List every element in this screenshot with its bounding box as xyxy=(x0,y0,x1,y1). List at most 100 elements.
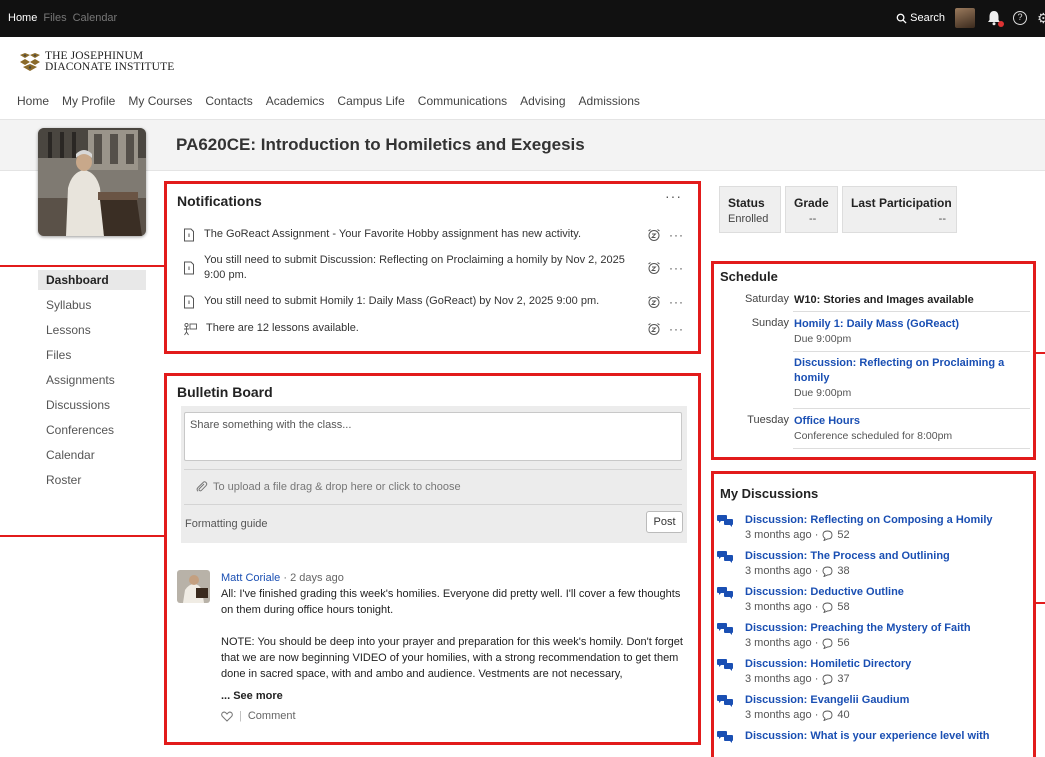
course-nav-syllabus[interactable]: Syllabus xyxy=(38,295,146,320)
nav-my-profile[interactable]: My Profile xyxy=(62,94,115,108)
see-more-link[interactable]: ... See more xyxy=(221,688,691,704)
comment-link[interactable]: Comment xyxy=(248,708,296,724)
discussion-item[interactable]: Discussion: Evangelii Gaudium 3 months a… xyxy=(717,693,1027,723)
logo-text: THE JOSEPHINUM DIACONATE INSTITUTE xyxy=(45,50,174,73)
snooze-alarm-icon[interactable] xyxy=(647,261,661,275)
notifications-bell-button[interactable] xyxy=(985,9,1004,27)
formatting-guide-link[interactable]: Formatting guide xyxy=(185,518,268,530)
discussion-time: 3 months ago · xyxy=(745,637,819,649)
discussion-link[interactable]: Discussion: Preaching the Mystery of Fai… xyxy=(745,621,1027,636)
notification-more-button[interactable]: ··· xyxy=(669,295,684,309)
discussion-bubbles-icon xyxy=(717,623,733,635)
discussion-link[interactable]: Discussion: Deductive Outline xyxy=(745,585,1027,600)
gear-icon[interactable]: ⚙ xyxy=(1037,10,1045,27)
course-nav-conferences[interactable]: Conferences xyxy=(38,420,146,445)
snooze-alarm-icon[interactable] xyxy=(647,322,661,336)
schedule-item-link[interactable]: Discussion: Reflecting on Proclaiming a … xyxy=(794,356,1024,386)
course-nav-dashboard[interactable]: Dashboard xyxy=(38,270,146,290)
discussion-item[interactable]: Discussion: Homiletic Directory 3 months… xyxy=(717,657,1027,687)
divider xyxy=(184,469,682,470)
notification-item[interactable]: You still need to submit Homily 1: Daily… xyxy=(183,294,684,309)
course-nav-assignments[interactable]: Assignments xyxy=(38,370,146,395)
notification-more-button[interactable]: ··· xyxy=(669,322,684,336)
course-nav-roster[interactable]: Roster xyxy=(38,470,146,495)
last-participation-label: Last Participation xyxy=(851,196,952,210)
user-avatar[interactable] xyxy=(955,8,975,28)
post-actions: | Comment xyxy=(221,708,691,724)
discussion-item[interactable]: Discussion: Preaching the Mystery of Fai… xyxy=(717,621,1027,651)
discussion-time: 3 months ago · xyxy=(745,601,819,613)
notification-text: The GoReact Assignment - Your Favorite H… xyxy=(204,228,582,240)
discussion-time: 3 months ago · xyxy=(745,529,819,541)
post-author-link[interactable]: Matt Coriale xyxy=(221,572,280,584)
file-upload-dropzone[interactable]: To upload a file drag & drop here or cli… xyxy=(195,480,461,493)
post-button[interactable]: Post xyxy=(646,511,683,533)
course-nav-calendar[interactable]: Calendar xyxy=(38,445,146,470)
comment-icon xyxy=(822,638,833,649)
comment-icon xyxy=(822,530,833,541)
nav-contacts[interactable]: Contacts xyxy=(205,94,252,108)
institute-logo[interactable]: THE JOSEPHINUM DIACONATE INSTITUTE xyxy=(18,50,174,73)
top-bar: Home Files Calendar Search ? ⚙ xyxy=(0,0,1045,37)
schedule-day: Sunday xyxy=(751,317,789,329)
comment-count: 37 xyxy=(837,673,850,685)
last-participation-value: -- xyxy=(938,213,946,225)
nav-advising[interactable]: Advising xyxy=(520,94,565,108)
snooze-alarm-icon[interactable] xyxy=(647,295,661,309)
divider xyxy=(793,448,1030,449)
discussion-link[interactable]: Discussion: The Process and Outlining xyxy=(745,549,1027,564)
discussion-bubbles-icon xyxy=(717,587,733,599)
notification-item[interactable]: The GoReact Assignment - Your Favorite H… xyxy=(183,227,684,242)
tab-files[interactable]: Files xyxy=(43,12,66,24)
snooze-alarm-icon[interactable] xyxy=(647,228,661,242)
tab-home[interactable]: Home xyxy=(8,12,37,24)
tab-calendar[interactable]: Calendar xyxy=(73,12,118,24)
nav-home[interactable]: Home xyxy=(17,94,49,108)
heart-icon[interactable] xyxy=(221,711,233,722)
schedule-item-link[interactable]: Homily 1: Daily Mass (GoReact) xyxy=(794,317,1024,332)
discussion-item[interactable]: Discussion: The Process and Outlining 3 … xyxy=(717,549,1027,579)
notification-more-button[interactable]: ··· xyxy=(669,228,684,242)
course-nav-files[interactable]: Files xyxy=(38,345,146,370)
nav-admissions[interactable]: Admissions xyxy=(579,94,640,108)
nav-academics[interactable]: Academics xyxy=(266,94,325,108)
schedule-item-link[interactable]: Office Hours xyxy=(794,414,1024,429)
discussion-item[interactable]: Discussion: Deductive Outline 3 months a… xyxy=(717,585,1027,615)
bulletin-title: Bulletin Board xyxy=(177,384,273,400)
notifications-menu-button[interactable]: ··· xyxy=(665,188,682,204)
document-icon xyxy=(184,261,194,275)
discussion-link[interactable]: Discussion: What is your experience leve… xyxy=(745,729,1027,744)
notification-item[interactable]: You still need to submit Discussion: Ref… xyxy=(183,253,684,283)
course-nav-discussions[interactable]: Discussions xyxy=(38,395,146,420)
grade-tile: Grade -- xyxy=(785,186,838,233)
upload-text: To upload a file drag & drop here or cli… xyxy=(213,480,461,493)
discussion-item[interactable]: Discussion: Reflecting on Composing a Ho… xyxy=(717,513,1027,543)
discussion-item[interactable]: Discussion: What is your experience leve… xyxy=(717,729,1027,744)
notifications-title: Notifications xyxy=(177,193,262,209)
discussion-link[interactable]: Discussion: Reflecting on Composing a Ho… xyxy=(745,513,1027,528)
nav-campus-life[interactable]: Campus Life xyxy=(337,94,404,108)
bulletin-composer: Share something with the class... To upl… xyxy=(181,406,687,543)
search-button[interactable]: Search xyxy=(896,12,945,24)
comment-icon xyxy=(822,674,833,685)
discussion-link[interactable]: Discussion: Evangelii Gaudium xyxy=(745,693,1027,708)
divider xyxy=(793,311,1030,312)
discussion-link[interactable]: Discussion: Homiletic Directory xyxy=(745,657,1027,672)
course-nav-lessons[interactable]: Lessons xyxy=(38,320,146,345)
notification-text: You still need to submit Discussion: Ref… xyxy=(204,254,625,281)
notification-item[interactable]: There are 12 lessons available. ··· xyxy=(183,321,684,336)
course-photo-illustration xyxy=(38,128,146,236)
bulletin-post-input[interactable]: Share something with the class... xyxy=(184,412,682,461)
author-avatar[interactable] xyxy=(177,570,210,603)
last-participation-tile: Last Participation -- xyxy=(842,186,957,233)
nav-my-courses[interactable]: My Courses xyxy=(128,94,192,108)
help-icon[interactable]: ? xyxy=(1013,11,1027,25)
post-timestamp: · 2 days ago xyxy=(280,572,344,584)
nav-communications[interactable]: Communications xyxy=(418,94,507,108)
top-tabs: Home Files Calendar xyxy=(8,12,117,24)
comment-icon xyxy=(822,566,833,577)
action-separator: | xyxy=(239,710,242,722)
discussion-bubbles-icon xyxy=(717,551,733,563)
notification-text: There are 12 lessons available. xyxy=(206,322,359,334)
notification-more-button[interactable]: ··· xyxy=(669,261,684,275)
